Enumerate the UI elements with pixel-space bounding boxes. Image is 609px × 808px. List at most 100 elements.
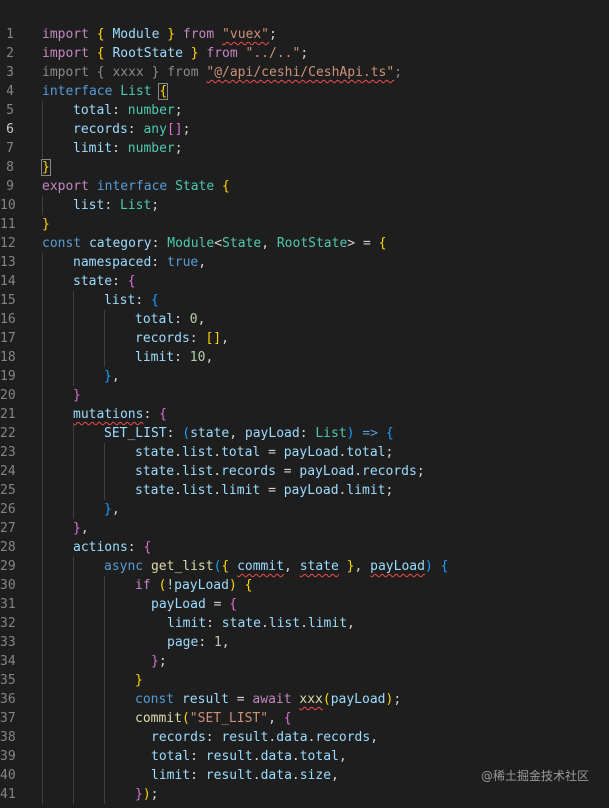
code-line[interactable]: 23 state.list.total = payLoad.total; bbox=[0, 443, 609, 462]
code-text: payLoad = { bbox=[151, 595, 237, 614]
code-line[interactable]: 14 state: { bbox=[0, 272, 609, 291]
code-line[interactable]: 31 payLoad = { bbox=[0, 595, 609, 614]
code-text: commit("SET_LIST", { bbox=[135, 709, 292, 728]
code-token: ; bbox=[151, 198, 160, 213]
code-text: records: any[]; bbox=[73, 120, 190, 139]
code-line[interactable]: 1 import { Module } from "vuex"; bbox=[0, 25, 609, 44]
code-line[interactable]: 20} bbox=[0, 386, 609, 405]
code-token: = bbox=[260, 483, 284, 498]
indent-guide bbox=[104, 329, 105, 348]
code-token: payLoad bbox=[151, 597, 206, 612]
line-number: 11 bbox=[0, 217, 16, 232]
code-line[interactable]: 3 import { xxxx } from "@/api/ceshi/CeshA… bbox=[0, 63, 609, 82]
code-line[interactable]: 28 actions: { bbox=[0, 538, 609, 557]
code-token: mutations bbox=[73, 407, 144, 422]
indent-guide bbox=[73, 595, 74, 614]
indent-guide bbox=[73, 500, 74, 519]
indent-guide bbox=[73, 576, 74, 595]
code-line[interactable]: 8} bbox=[0, 158, 609, 177]
code-text: namespaced: true, bbox=[73, 253, 206, 272]
code-text: actions: { bbox=[73, 538, 151, 557]
code-token: . bbox=[252, 768, 261, 783]
code-text: } bbox=[73, 386, 81, 405]
code-line[interactable]: 36 const result = await xxx(payLoad); bbox=[0, 690, 609, 709]
code-token: list bbox=[73, 198, 105, 213]
code-line[interactable]: 38 records: result.data.records, bbox=[0, 728, 609, 747]
indent-guide bbox=[104, 766, 105, 785]
code-line[interactable]: 39 total: result.data.total, bbox=[0, 747, 609, 766]
code-line[interactable]: 27}, bbox=[0, 519, 609, 538]
code-token: [] bbox=[166, 122, 183, 137]
code-token: { bbox=[229, 597, 238, 612]
code-line[interactable]: 22 SET_LIST: (state, payLoad: List) => { bbox=[0, 424, 609, 443]
code-token: RootState bbox=[104, 46, 191, 61]
code-token: payLoad bbox=[330, 692, 386, 707]
code-line[interactable]: 25 state.list.limit = payLoad.limit; bbox=[0, 481, 609, 500]
code-token: total bbox=[151, 749, 191, 764]
code-text: } bbox=[41, 158, 51, 177]
code-line[interactable]: 37 commit("SET_LIST", { bbox=[0, 709, 609, 728]
code-line[interactable]: 7 limit: number; bbox=[0, 139, 609, 158]
code-line[interactable]: 2 import { RootState } from "../.."; bbox=[0, 44, 609, 63]
code-line[interactable]: 35} bbox=[0, 671, 609, 690]
code-line[interactable]: 34}; bbox=[0, 652, 609, 671]
code-line[interactable]: 11} bbox=[0, 215, 609, 234]
code-token: get_list bbox=[150, 559, 214, 574]
code-token: : bbox=[135, 293, 151, 308]
code-line[interactable]: 19}, bbox=[0, 367, 609, 386]
code-token: => bbox=[354, 426, 386, 441]
code-line[interactable]: 30 if (!payLoad) { bbox=[0, 576, 609, 595]
code-token: data bbox=[276, 730, 308, 745]
code-token: export bbox=[42, 179, 97, 194]
code-token: interface bbox=[96, 179, 176, 194]
code-token: limit bbox=[151, 768, 191, 783]
code-token: { bbox=[378, 236, 387, 251]
code-token: list bbox=[104, 293, 136, 308]
code-editor[interactable]: 1 import { Module } from "vuex"; 2 import {… bbox=[0, 0, 609, 808]
code-token: = bbox=[260, 445, 284, 460]
code-line[interactable]: 18 limit: 10, bbox=[0, 348, 609, 367]
code-text: import { RootState } from "../.."; bbox=[42, 44, 308, 63]
code-token: ; bbox=[416, 464, 425, 479]
code-token: { bbox=[143, 540, 152, 555]
code-line[interactable]: 16 total: 0, bbox=[0, 310, 609, 329]
code-token: number bbox=[127, 103, 175, 118]
line-number: 34 bbox=[0, 654, 16, 669]
code-token: "SET_LIST" bbox=[189, 711, 269, 726]
code-line[interactable]: 24 state.list.records = payLoad.records; bbox=[0, 462, 609, 481]
indent-guide bbox=[73, 728, 74, 747]
line-number: 6 bbox=[6, 122, 14, 137]
code-token: , bbox=[354, 559, 371, 574]
code-line[interactable]: 9 export interface State { bbox=[0, 177, 609, 196]
code-token: . bbox=[252, 749, 261, 764]
code-text: SET_LIST: (state, payLoad: List) => { bbox=[104, 424, 394, 443]
code-line[interactable]: 26}, bbox=[0, 500, 609, 519]
indent-guide bbox=[104, 443, 105, 462]
code-text: total: 0, bbox=[135, 310, 205, 329]
code-line[interactable]: 32 limit: state.list.limit, bbox=[0, 614, 609, 633]
code-token: : bbox=[112, 274, 128, 289]
code-line[interactable]: 33 page: 1, bbox=[0, 633, 609, 652]
code-text: async get_list({ commit, state }, payLoa… bbox=[104, 557, 448, 576]
code-token: , bbox=[111, 502, 120, 517]
code-token: list bbox=[181, 445, 214, 460]
code-line[interactable]: 13 namespaced: true, bbox=[0, 253, 609, 272]
code-line[interactable]: 6 records: any[]; bbox=[0, 120, 609, 139]
code-token: List bbox=[315, 426, 347, 441]
line-number: 28 bbox=[0, 540, 16, 555]
code-line[interactable]: 4 interface List { bbox=[0, 82, 609, 101]
code-line[interactable]: 29 async get_list({ commit, state }, payL… bbox=[0, 557, 609, 576]
code-line[interactable]: 41}); bbox=[0, 785, 609, 804]
code-line[interactable]: 15 list: { bbox=[0, 291, 609, 310]
code-line[interactable]: 5 total: number; bbox=[0, 101, 609, 120]
code-token: state bbox=[135, 483, 175, 498]
code-line[interactable]: 21 mutations: { bbox=[0, 405, 609, 424]
code-token: , bbox=[205, 350, 214, 365]
code-line[interactable]: 12 const category: Module<State, RootStat… bbox=[0, 234, 609, 253]
code-token: . bbox=[300, 616, 308, 631]
code-line[interactable]: 17 records: [], bbox=[0, 329, 609, 348]
code-text: import { Module } from "vuex"; bbox=[42, 25, 277, 44]
code-line[interactable]: 10 list: List; bbox=[0, 196, 609, 215]
